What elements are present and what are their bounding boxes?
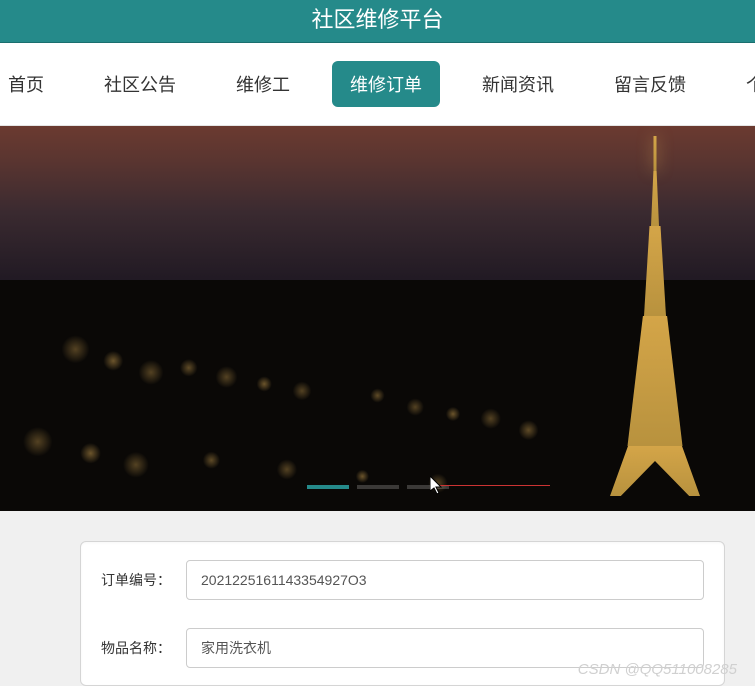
page-header: 社区维修平台 xyxy=(0,0,755,43)
label-order-no: 订单编号： xyxy=(101,570,186,590)
nav-feedback[interactable]: 留言反馈 xyxy=(596,61,704,107)
input-order-no[interactable] xyxy=(186,560,704,600)
form-panel: 订单编号： 物品名称： xyxy=(80,541,725,686)
red-line xyxy=(430,485,550,486)
cursor-icon xyxy=(430,476,444,496)
carousel-indicator-2[interactable] xyxy=(357,485,399,489)
main-nav: 首页 社区公告 维修工 维修订单 新闻资讯 留言反馈 个人 xyxy=(0,43,755,126)
nav-news[interactable]: 新闻资讯 xyxy=(464,61,572,107)
form-row-order-no: 订单编号： xyxy=(101,560,704,600)
nav-repairman[interactable]: 维修工 xyxy=(218,61,308,107)
nav-personal[interactable]: 个人 xyxy=(728,61,755,107)
carousel-banner[interactable] xyxy=(0,126,755,511)
label-item-name: 物品名称： xyxy=(101,638,186,658)
form-section: 订单编号： 物品名称： xyxy=(0,511,755,686)
header-title: 社区维修平台 xyxy=(311,7,443,32)
nav-announcement[interactable]: 社区公告 xyxy=(86,61,194,107)
banner-tower xyxy=(635,136,675,486)
carousel-indicator-1[interactable] xyxy=(307,485,349,489)
input-item-name[interactable] xyxy=(186,628,704,668)
nav-home[interactable]: 首页 xyxy=(0,61,62,107)
carousel-indicators xyxy=(307,485,449,489)
form-row-item-name: 物品名称： xyxy=(101,628,704,668)
nav-repair-order[interactable]: 维修订单 xyxy=(332,61,440,107)
